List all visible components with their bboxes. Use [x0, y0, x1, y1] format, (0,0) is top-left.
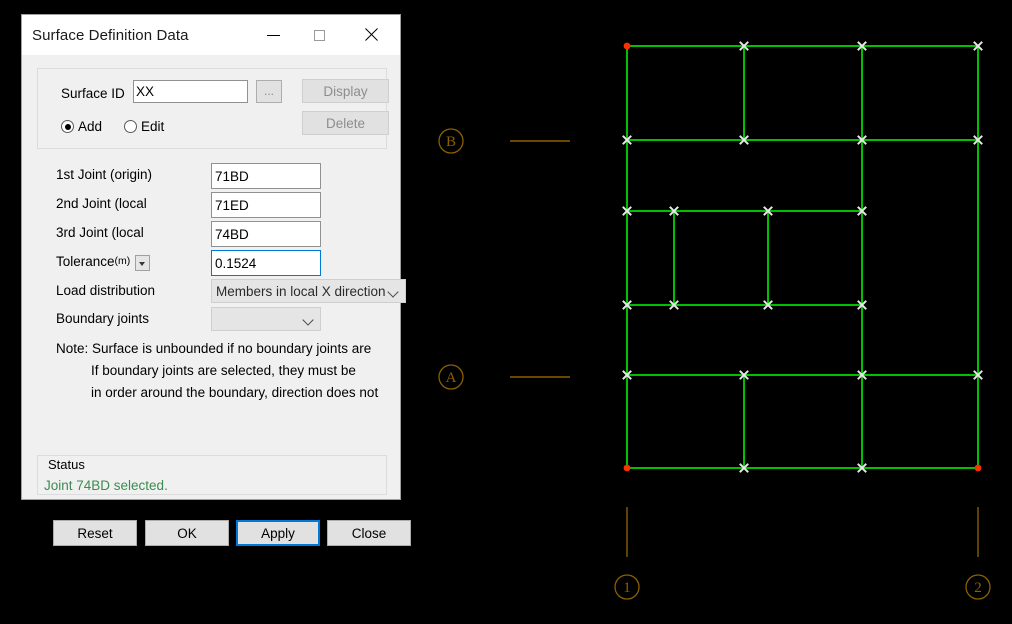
- surface-definition-dialog: Surface Definition Data Surface ID ... D…: [21, 14, 411, 546]
- tolerance-unit-dropdown-icon[interactable]: [135, 255, 150, 271]
- chevron-down-icon: [389, 288, 397, 296]
- radio-add[interactable]: Add: [61, 119, 102, 134]
- surface-id-input[interactable]: [133, 80, 248, 103]
- status-message: Joint 74BD selected.: [44, 478, 168, 493]
- chevron-down-icon: [304, 316, 312, 324]
- support-marker[interactable]: [974, 464, 982, 472]
- grid-bubbles-group: B A 1 2: [438, 128, 991, 600]
- field-row-2nd-joint: 2nd Joint (local: [37, 192, 387, 219]
- radio-add-icon: [61, 120, 74, 133]
- field-label-3rd-joint: 3rd Joint (local: [56, 225, 144, 240]
- field-label-2nd-joint: 2nd Joint (local: [56, 196, 147, 211]
- grid-bubble[interactable]: 1: [614, 574, 640, 600]
- field-label-load-distribution: Load distribution: [56, 283, 156, 298]
- dialog-titlebar[interactable]: Surface Definition Data: [22, 15, 400, 55]
- support-marker[interactable]: [623, 42, 631, 50]
- grid-bubble-label: 1: [623, 580, 631, 596]
- field-input-3rd-joint[interactable]: [211, 221, 321, 247]
- field-row-1st-joint: 1st Joint (origin): [37, 163, 387, 190]
- support-markers-group: [623, 42, 982, 472]
- maximize-icon: [313, 29, 325, 41]
- tolerance-unit: (m): [114, 255, 131, 267]
- display-button[interactable]: Display: [302, 79, 389, 103]
- load-distribution-select[interactable]: Members in local X direction: [211, 279, 406, 303]
- field-row-tolerance: Tolerance(m): [37, 250, 387, 277]
- mode-radio-group: Add Edit: [61, 119, 186, 134]
- status-legend: Status: [44, 457, 89, 472]
- dialog-title: Surface Definition Data: [32, 26, 189, 44]
- field-input-tolerance[interactable]: [211, 250, 321, 276]
- boundary-joints-select[interactable]: [211, 307, 321, 331]
- surface-id-group: Surface ID ... Display Delete Add Edit: [37, 68, 389, 149]
- reset-button[interactable]: Reset: [53, 520, 137, 546]
- grid-bubble-label: B: [446, 134, 456, 150]
- structural-members-group: [626, 45, 979, 469]
- note-line-3: in order around the boundary, direction …: [91, 385, 379, 400]
- radio-edit-icon: [124, 120, 138, 133]
- load-distribution-value: Members in local X direction: [216, 283, 386, 299]
- field-row-load-distribution: Load distribution Members in local X dir…: [37, 279, 406, 306]
- tolerance-label-text: Tolerance: [56, 254, 115, 269]
- grid-bubble[interactable]: 2: [965, 574, 991, 600]
- support-marker[interactable]: [623, 464, 631, 472]
- close-dialog-button[interactable]: Close: [327, 520, 411, 546]
- field-label-1st-joint: 1st Joint (origin): [56, 167, 153, 182]
- field-label-boundary-joints: Boundary joints: [56, 311, 150, 326]
- radio-add-label: Add: [78, 119, 103, 134]
- grid-bubble-label: A: [446, 370, 457, 386]
- grid-lines-group: [510, 140, 979, 557]
- minimize-icon: [266, 34, 280, 36]
- field-input-2nd-joint[interactable]: [211, 192, 321, 218]
- field-row-3rd-joint: 3rd Joint (local: [37, 221, 387, 248]
- grid-bubble[interactable]: B: [438, 128, 464, 154]
- close-icon: [364, 28, 378, 42]
- apply-button[interactable]: Apply: [236, 520, 320, 546]
- ok-button[interactable]: OK: [145, 520, 229, 546]
- dialog-body: Surface ID ... Display Delete Add Edit 1…: [22, 55, 411, 546]
- field-label-tolerance: Tolerance(m): [56, 254, 130, 269]
- browse-button[interactable]: ...: [256, 80, 282, 103]
- field-row-boundary-joints: Boundary joints: [37, 307, 387, 334]
- radio-edit[interactable]: Edit: [124, 119, 164, 134]
- field-input-1st-joint[interactable]: [211, 163, 321, 189]
- grid-bubble[interactable]: A: [438, 364, 464, 390]
- grid-bubble-label: 2: [974, 580, 982, 596]
- note-line-1: Note: Surface is unbounded if no boundar…: [56, 341, 372, 356]
- maximize-button[interactable]: [296, 15, 342, 55]
- surface-id-label: Surface ID: [61, 86, 125, 101]
- radio-edit-label: Edit: [141, 119, 165, 134]
- note-line-2: If boundary joints are selected, they mu…: [91, 363, 356, 378]
- minimize-button[interactable]: [250, 15, 296, 55]
- close-button[interactable]: [348, 15, 394, 55]
- joint-markers-group: [622, 41, 983, 473]
- delete-button[interactable]: Delete: [302, 111, 389, 135]
